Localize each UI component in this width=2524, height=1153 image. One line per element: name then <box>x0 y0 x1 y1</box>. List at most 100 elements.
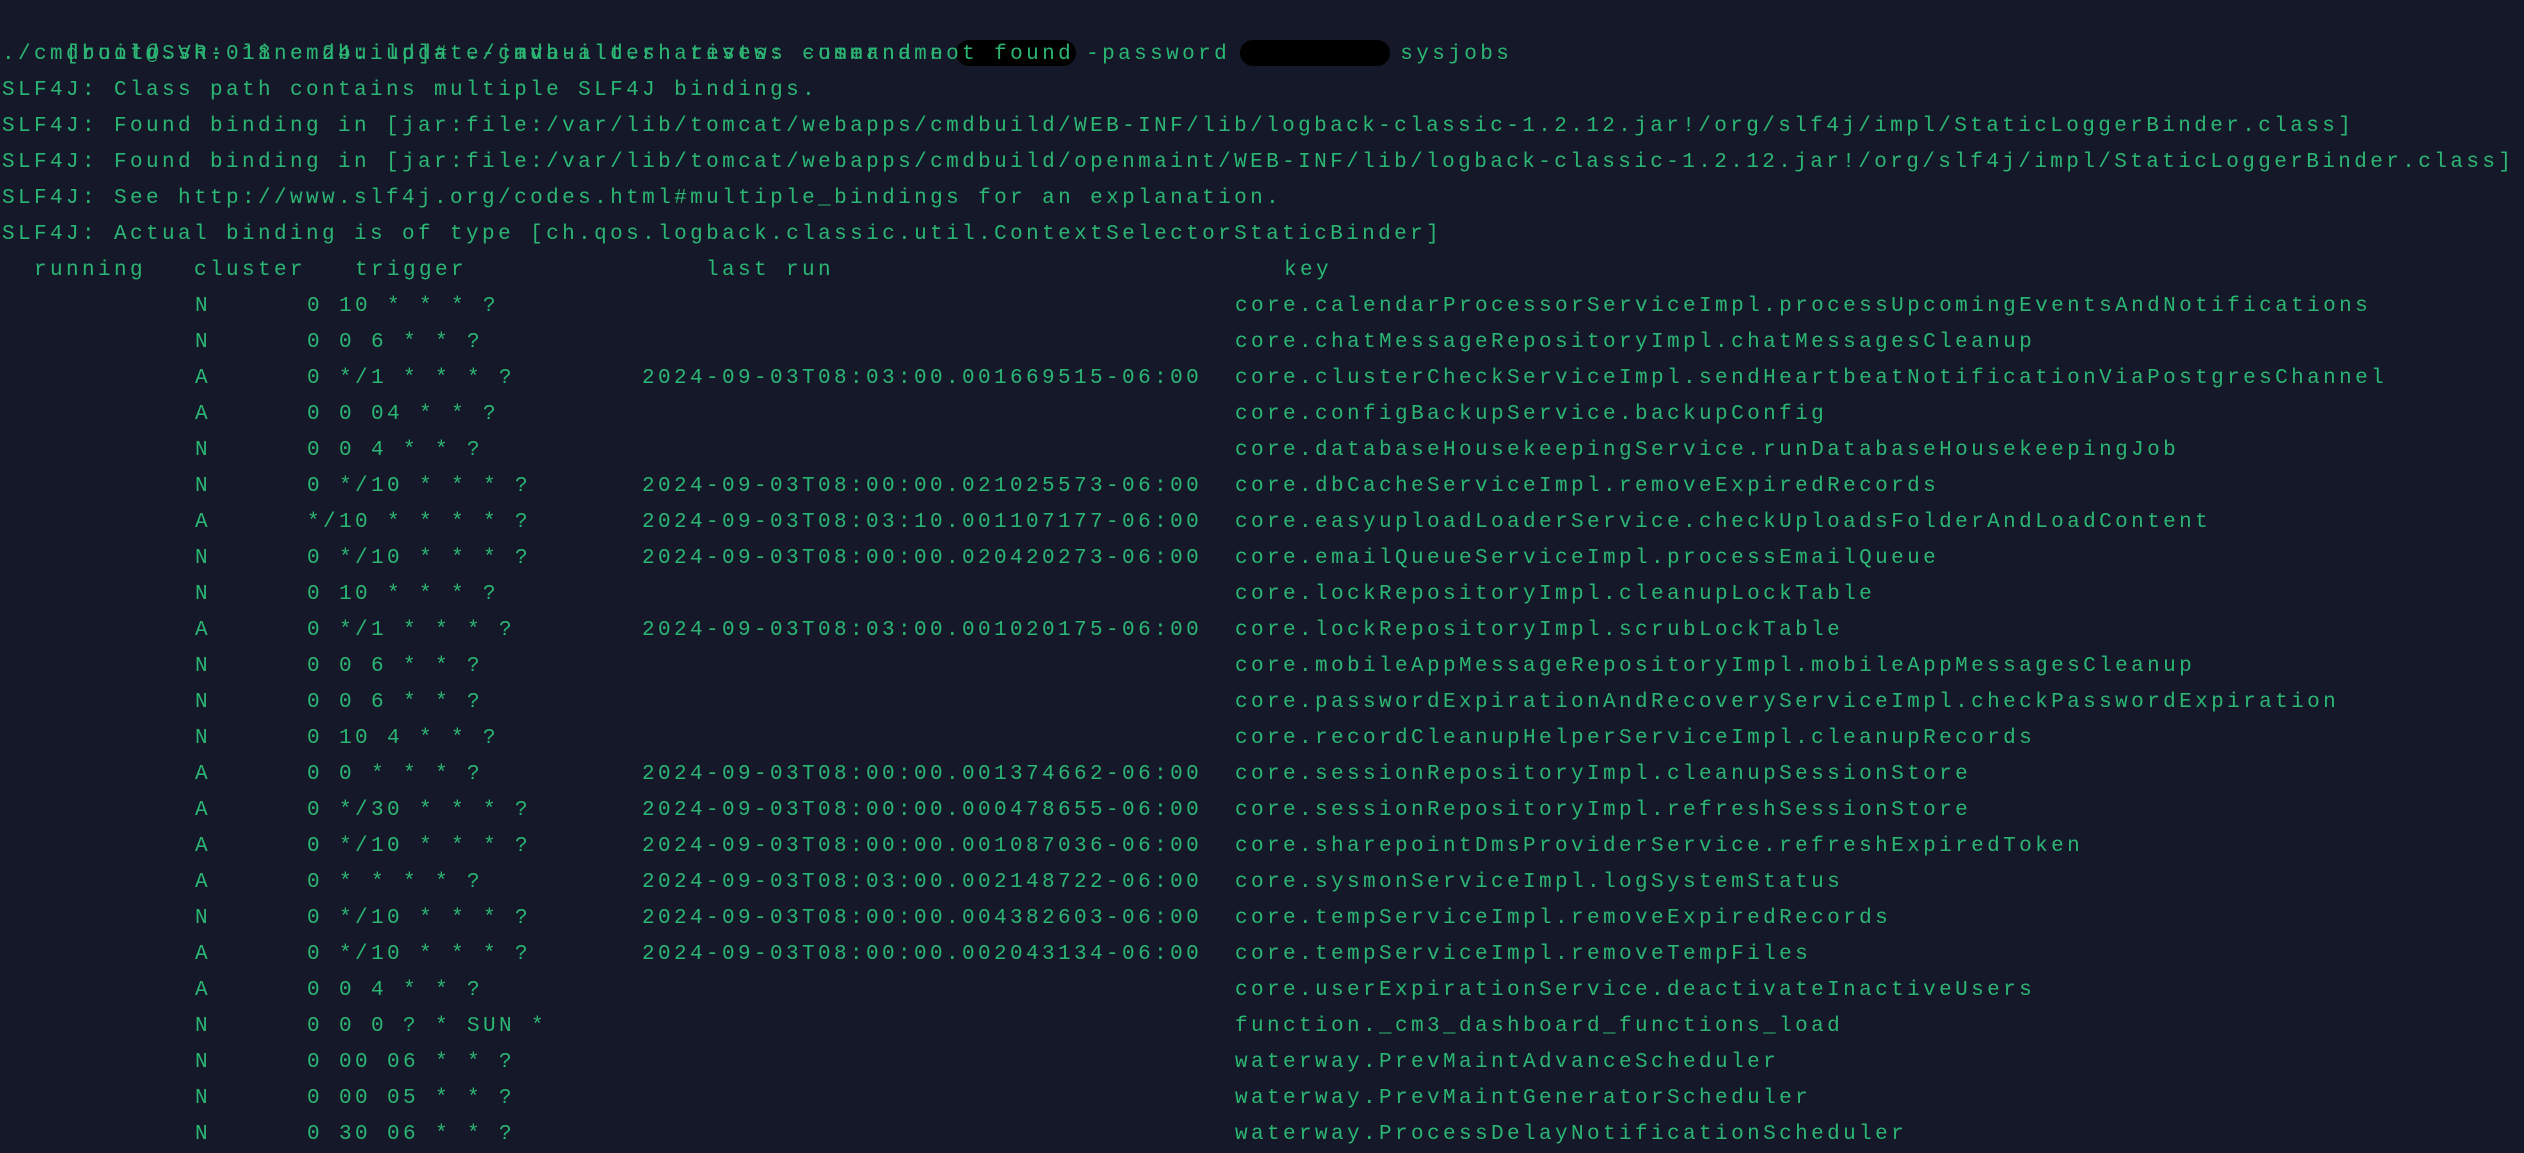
cluster-cell: N <box>195 295 212 318</box>
trigger-cell: 0 0 04 * * ? <box>307 403 500 426</box>
key-cell: core.lockRepositoryImpl.scrubLockTable <box>1235 619 1844 642</box>
cluster-cell: N <box>195 1087 212 1110</box>
trigger-cell: 0 0 0 ? * SUN * <box>307 1015 548 1038</box>
key-cell: core.clusterCheckServiceImpl.sendHeartbe… <box>1235 367 2388 390</box>
cluster-cell: N <box>195 475 212 498</box>
command-output: ./cmdbuild.sh: line 24: update-java-alte… <box>0 37 2524 253</box>
key-cell: waterway.PrevMaintAdvanceScheduler <box>1235 1051 1780 1074</box>
trigger-cell: 0 */10 * * * ? <box>307 943 532 966</box>
jobs-table-body: N 0 10 * * * ? core.calendarProcessorServi… <box>0 289 2524 1153</box>
table-row: N 0 10 * * * ? core.calendarProcessorServi… <box>0 289 2524 325</box>
trigger-cell: 0 */1 * * * ? <box>307 367 516 390</box>
cluster-cell: A <box>195 835 212 858</box>
cluster-cell: A <box>195 619 212 642</box>
cluster-cell: A <box>195 943 212 966</box>
key-cell: waterway.ProcessDelayNotificationSchedul… <box>1235 1123 1908 1146</box>
cluster-cell: N <box>195 655 212 678</box>
cluster-cell: A <box>195 871 212 894</box>
output-line: SLF4J: See http://www.slf4j.org/codes.ht… <box>2 187 1283 210</box>
header-trigger: trigger <box>355 259 468 282</box>
cluster-cell: N <box>195 331 212 354</box>
table-row: N 0 0 4 * * ? core.databaseHousekeepingSer… <box>0 433 2524 469</box>
table-row: N 0 0 0 ? * SUN * function._cm3_dashboard_… <box>0 1009 2524 1045</box>
trigger-cell: 0 */10 * * * ? <box>307 547 532 570</box>
trigger-cell: 0 00 06 * * ? <box>307 1051 516 1074</box>
key-cell: core.mobileAppMessageRepositoryImpl.mobi… <box>1235 655 2196 678</box>
cluster-cell: N <box>195 439 212 462</box>
trigger-cell: 0 */1 * * * ? <box>307 619 516 642</box>
table-row: N 0 0 6 * * ? core.chatMessageRepositoryIm… <box>0 325 2524 361</box>
trigger-cell: 0 0 6 * * ? <box>307 331 484 354</box>
table-row: N 0 00 05 * * ? waterway.PrevMaintGenerato… <box>0 1081 2524 1117</box>
table-row: A 0 */1 * * * ? 2024-09-03T08:03:00.001020… <box>0 613 2524 649</box>
cluster-cell: N <box>195 691 212 714</box>
command-line: [root@SVR-018 cmdbuild]# ./cmdbuild.sh r… <box>0 1 2524 67</box>
key-cell: core.tempServiceImpl.removeExpiredRecord… <box>1235 907 1892 930</box>
trigger-cell: 0 00 05 * * ? <box>307 1087 516 1110</box>
output-line: ./cmdbuild.sh: line 24: update-java-alte… <box>2 43 1075 66</box>
table-row: N 0 */10 * * * ? 2024-09-03T08:00:00.02102… <box>0 469 2524 505</box>
trigger-cell: 0 */10 * * * ? <box>307 907 532 930</box>
table-row: N 0 */10 * * * ? 2024-09-03T08:00:00.02042… <box>0 541 2524 577</box>
trigger-cell: 0 * * * * ? <box>307 871 484 894</box>
last-run-cell: 2024-09-03T08:03:00.001020175-06:00 <box>642 619 1203 642</box>
output-line: SLF4J: Found binding in [jar:file:/var/l… <box>2 115 2355 138</box>
last-run-cell: 2024-09-03T08:03:00.001669515-06:00 <box>642 367 1203 390</box>
header-cluster: cluster <box>194 259 307 282</box>
key-cell: core.sessionRepositoryImpl.refreshSessio… <box>1235 799 1972 822</box>
last-run-cell: 2024-09-03T08:00:00.002043134-06:00 <box>642 943 1203 966</box>
key-cell: waterway.PrevMaintGeneratorScheduler <box>1235 1087 1812 1110</box>
trigger-cell: 0 0 * * * ? <box>307 763 484 786</box>
key-cell: core.tempServiceImpl.removeTempFiles <box>1235 943 1812 966</box>
key-cell: core.sessionRepositoryImpl.cleanupSessio… <box>1235 763 1972 786</box>
trigger-cell: 0 */10 * * * ? <box>307 475 532 498</box>
last-run-cell: 2024-09-03T08:00:00.001087036-06:00 <box>642 835 1203 858</box>
table-row: A 0 */1 * * * ? 2024-09-03T08:03:00.001669… <box>0 361 2524 397</box>
cluster-cell: A <box>195 763 212 786</box>
output-line: SLF4J: Class path contains multiple SLF4… <box>2 79 819 102</box>
trigger-cell: 0 0 4 * * ? <box>307 979 484 1002</box>
key-cell: core.emailQueueServiceImpl.processEmailQ… <box>1235 547 1940 570</box>
table-row: N 0 10 4 * * ? core.recordCleanupHelperSer… <box>0 721 2524 757</box>
key-cell: core.calendarProcessorServiceImpl.proces… <box>1235 295 2372 318</box>
cluster-cell: N <box>195 907 212 930</box>
trigger-cell: 0 10 * * * ? <box>307 295 500 318</box>
table-row: A 0 0 04 * * ? core.configBackupService.ba… <box>0 397 2524 433</box>
cluster-cell: N <box>195 1123 212 1146</box>
table-row: A */10 * * * * ? 2024-09-03T08:03:10.00110… <box>0 505 2524 541</box>
table-row: A 0 0 4 * * ? core.userExpirationService.d… <box>0 973 2524 1009</box>
header-running: running <box>34 259 147 282</box>
cluster-cell: A <box>195 511 212 534</box>
key-cell: core.databaseHousekeepingService.runData… <box>1235 439 2180 462</box>
cluster-cell: A <box>195 979 212 1002</box>
table-row: N 0 10 * * * ? core.lockRepositoryImpl.cle… <box>0 577 2524 613</box>
table-row: A 0 */10 * * * ? 2024-09-03T08:00:00.00108… <box>0 829 2524 865</box>
table-row: N 0 00 06 * * ? waterway.PrevMaintAdvanceS… <box>0 1045 2524 1081</box>
trigger-cell: 0 0 4 * * ? <box>307 439 484 462</box>
terminal-window[interactable]: [root@SVR-018 cmdbuild]# ./cmdbuild.sh r… <box>0 0 2524 1152</box>
key-cell: core.dbCacheServiceImpl.removeExpiredRec… <box>1235 475 1940 498</box>
table-row: N 0 0 6 * * ? core.mobileAppMessageReposit… <box>0 649 2524 685</box>
table-row: N 0 0 6 * * ? core.passwordExpirationAndRe… <box>0 685 2524 721</box>
cluster-cell: N <box>195 727 212 750</box>
trigger-cell: 0 10 4 * * ? <box>307 727 500 750</box>
key-cell: core.recordCleanupHelperServiceImpl.clea… <box>1235 727 2036 750</box>
last-run-cell: 2024-09-03T08:00:00.000478655-06:00 <box>642 799 1203 822</box>
trigger-cell: 0 30 06 * * ? <box>307 1123 516 1146</box>
last-run-cell: 2024-09-03T08:00:00.020420273-06:00 <box>642 547 1203 570</box>
key-cell: core.configBackupService.backupConfig <box>1235 403 1828 426</box>
cluster-cell: N <box>195 583 212 606</box>
trigger-cell: 0 10 * * * ? <box>307 583 500 606</box>
header-last-run: last run <box>706 259 835 282</box>
last-run-cell: 2024-09-03T08:00:00.001374662-06:00 <box>642 763 1203 786</box>
key-cell: core.easyuploadLoaderService.checkUpload… <box>1235 511 2212 534</box>
key-cell: core.passwordExpirationAndRecoveryServic… <box>1235 691 2340 714</box>
last-run-cell: 2024-09-03T08:00:00.004382603-06:00 <box>642 907 1203 930</box>
table-row: N 0 */10 * * * ? 2024-09-03T08:00:00.00438… <box>0 901 2524 937</box>
trigger-cell: 0 */10 * * * ? <box>307 835 532 858</box>
last-run-cell: 2024-09-03T08:03:10.001107177-06:00 <box>642 511 1203 534</box>
header-key: key <box>1284 259 1333 282</box>
table-row: A 0 */30 * * * ? 2024-09-03T08:00:00.00047… <box>0 793 2524 829</box>
key-cell: core.sysmonServiceImpl.logSystemStatus <box>1235 871 1844 894</box>
key-cell: core.chatMessageRepositoryImpl.chatMessa… <box>1235 331 2036 354</box>
